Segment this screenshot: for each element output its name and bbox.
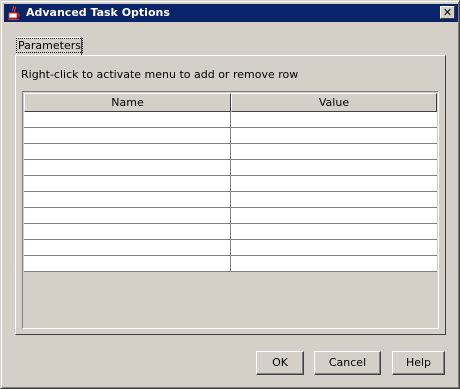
cell-name[interactable] xyxy=(24,192,231,207)
close-button[interactable]: ✕ xyxy=(440,6,455,19)
cell-value[interactable] xyxy=(231,224,437,239)
table-row[interactable] xyxy=(24,192,437,208)
table-row[interactable] xyxy=(24,256,437,272)
column-header-name[interactable]: Name xyxy=(24,93,231,112)
cell-name[interactable] xyxy=(24,256,231,271)
cell-name[interactable] xyxy=(24,112,231,127)
table-header: Name Value xyxy=(24,93,437,112)
cell-name[interactable] xyxy=(24,160,231,175)
cell-name[interactable] xyxy=(24,176,231,191)
tab-parameters[interactable]: Parameters xyxy=(16,37,83,55)
table-row[interactable] xyxy=(24,128,437,144)
cell-value[interactable] xyxy=(231,128,437,143)
cell-value[interactable] xyxy=(231,208,437,223)
column-header-value[interactable]: Value xyxy=(231,93,437,112)
cell-name[interactable] xyxy=(24,208,231,223)
cancel-button[interactable]: Cancel xyxy=(314,351,381,375)
table-body xyxy=(24,112,437,272)
table-row[interactable] xyxy=(24,224,437,240)
cell-name[interactable] xyxy=(24,144,231,159)
cell-value[interactable] xyxy=(231,144,437,159)
cell-value[interactable] xyxy=(231,112,437,127)
table-row[interactable] xyxy=(24,144,437,160)
table-row[interactable] xyxy=(24,240,437,256)
table-row[interactable] xyxy=(24,208,437,224)
cell-value[interactable] xyxy=(231,192,437,207)
cell-name[interactable] xyxy=(24,224,231,239)
window-title: Advanced Task Options xyxy=(26,6,170,19)
help-button[interactable]: Help xyxy=(392,351,445,375)
table-row[interactable] xyxy=(24,176,437,192)
cell-name[interactable] xyxy=(24,240,231,255)
parameters-table[interactable]: Name Value xyxy=(22,91,439,329)
cell-value[interactable] xyxy=(231,256,437,271)
cell-value[interactable] xyxy=(231,160,437,175)
table-row[interactable] xyxy=(24,112,437,128)
close-icon: ✕ xyxy=(442,6,453,19)
tab-label: Parameters xyxy=(16,38,83,53)
ok-button[interactable]: OK xyxy=(256,351,304,375)
cell-value[interactable] xyxy=(231,176,437,191)
table-row[interactable] xyxy=(24,160,437,176)
title-bar[interactable]: Advanced Task Options ✕ xyxy=(4,4,458,22)
cell-value[interactable] xyxy=(231,240,437,255)
java-cup-icon xyxy=(7,5,21,21)
cell-name[interactable] xyxy=(24,128,231,143)
hint-text: Right-click to activate menu to add or r… xyxy=(21,68,299,81)
dialog-window: Advanced Task Options ✕ Parameters Right… xyxy=(0,0,460,389)
